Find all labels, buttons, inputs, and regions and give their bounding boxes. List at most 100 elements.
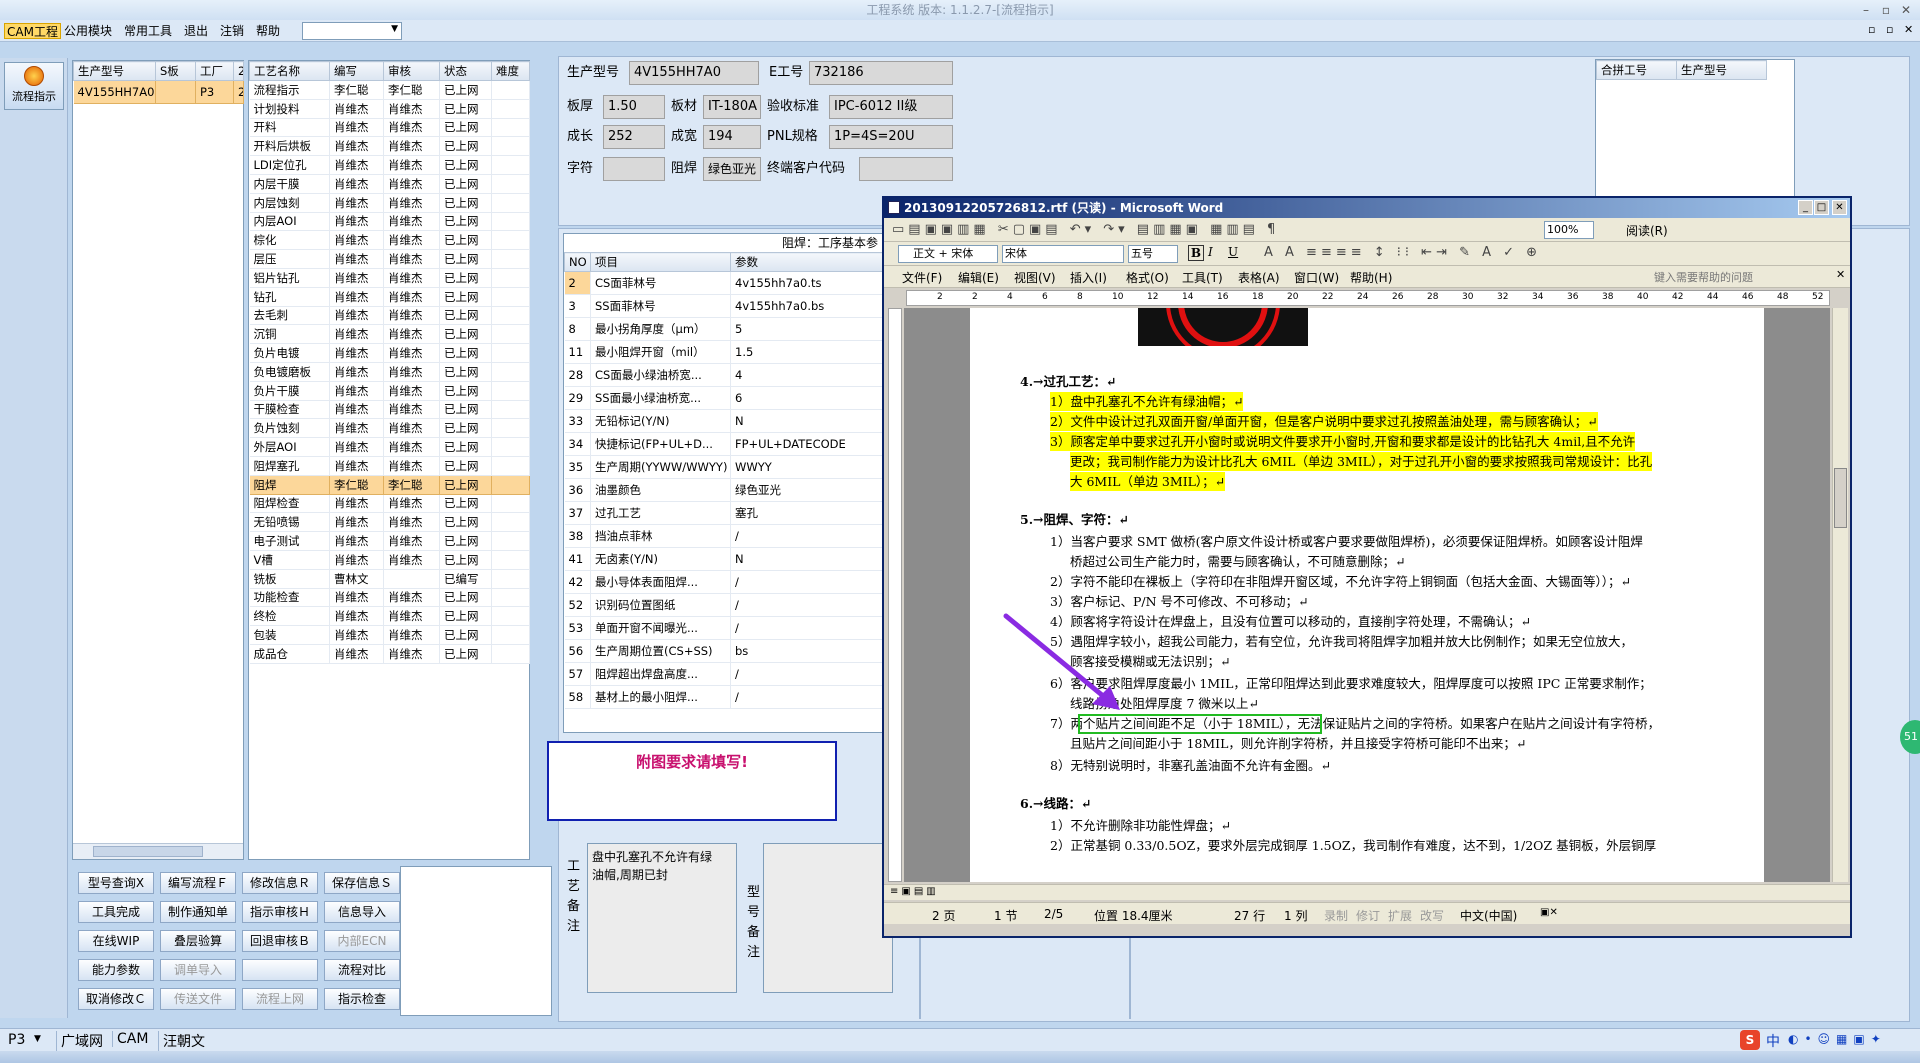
action-button[interactable]: 制作通知单 [160,901,236,923]
table-row[interactable]: 干膜检查 肖维杰 肖维杰 已上网 [249,400,530,420]
action-button[interactable] [242,959,318,981]
action-button[interactable]: 信息导入 [324,901,400,923]
format-icons[interactable]: A A ≡≡≡≡ ↕ ⁝⁝ ⇤⇥ ✎ A ✓ ⊕ [1264,245,1541,260]
table-row[interactable]: 57 阻焊超出焊盘高度... / [564,662,883,686]
table-row[interactable]: 37 过孔工艺 塞孔 [564,501,883,525]
action-button[interactable]: 编写流程Ｆ [160,872,236,894]
document-page[interactable]: 4.→过孔工艺：↵ 1）盘中孔塞孔不允许有绿油帽；↵ 2）文件中设计过孔双面开窗/单… [970,308,1764,882]
ime-mode[interactable]: 中 [1766,1031,1780,1051]
table-row[interactable]: 56 生产周期位置(CS+SS) bs [564,639,883,663]
word-close-icon[interactable]: ✕ [1832,200,1847,215]
table-row[interactable]: 功能检查 肖维杰 肖维杰 已上网 [249,588,530,608]
field-material[interactable]: IT-180A [703,95,761,119]
word-menu-file[interactable]: 文件(F) [902,269,942,286]
note-box[interactable]: 附图要求请填写! [547,741,837,821]
table-row[interactable]: 铣板 曹林文 已编写 [249,569,530,589]
table-row[interactable]: 负电镀磨板 肖维杰 肖维杰 已上网 [249,362,530,382]
word-menu-tools[interactable]: 工具(T) [1182,269,1223,286]
table-row[interactable]: 3 SS面菲林号 4v155hh7a0.bs [564,294,883,318]
action-button[interactable]: 流程上网 [242,988,318,1010]
table-row[interactable]: 负片电镀 肖维杰 肖维杰 已上网 [249,343,530,363]
horizontal-scrollbar[interactable]: ≡▣▤▥ [884,884,1850,900]
menu-cam[interactable]: CAM工程 [4,23,61,39]
status-rev[interactable]: 修订 [1356,907,1380,924]
board-col-header[interactable]: S板 [155,61,196,81]
word-menu-view[interactable]: 视图(V) [1014,269,1056,286]
size-select[interactable]: 五号 [1128,245,1178,263]
table-row[interactable]: 36 油墨颜色 绿色亚光 [564,478,883,502]
field-char[interactable] [603,157,665,181]
action-button[interactable]: 指示审核Ｈ [242,901,318,923]
table-row[interactable]: 负片干膜 肖维杰 肖维杰 已上网 [249,381,530,401]
flow-instruction-button[interactable]: 流程指示 [4,62,64,110]
table-row[interactable]: 33 无铅标记(Y/N) N [564,409,883,433]
chevron-down-icon[interactable]: ▼ [34,1034,41,1044]
table-row[interactable]: 29 SS面最小绿油桥宽... 6 [564,386,883,410]
process-remark-text[interactable]: 盘中孔塞孔不允许有绿油帽,周期已封 [587,843,737,993]
table-row[interactable]: 阻焊塞孔 肖维杰 肖维杰 已上网 [249,456,530,476]
word-menu-table[interactable]: 表格(A) [1238,269,1280,286]
table-row[interactable]: 开料后烘板 肖维杰 肖维杰 已上网 [249,136,530,157]
mdi-close-icon[interactable]: ✕ [1904,23,1913,36]
table-row[interactable]: 成品仓 肖维杰 肖维杰 已上网 [249,644,530,664]
user-indicator[interactable]: 汪朝文 [158,1031,205,1051]
table-row[interactable]: 2 CS面菲林号 4v155hh7a0.ts [564,271,883,295]
mdi-minimize-icon[interactable]: ▫ [1868,23,1875,36]
table-row[interactable]: 4V155HH7A0 P3 2 [73,80,244,104]
minimize-icon[interactable]: – [1856,0,1876,20]
close-icon[interactable]: ✕ [1896,0,1916,20]
toolbar-icons[interactable]: ▭▤▣▣▥▦ ✂▢▣▤ ↶▾ ↷▾ ▤▥▦▣ ▦▥▤ ¶ [892,222,1279,237]
field-pnl[interactable]: 1P=4S=20U [829,125,953,149]
action-button[interactable]: 型号查询Ⅹ [78,872,154,894]
item-header[interactable]: 项目 [590,252,731,272]
vertical-scrollbar[interactable] [1832,308,1848,882]
model-remark-text[interactable] [763,843,893,993]
table-row[interactable]: 内层蚀刻 肖维杰 肖维杰 已上网 [249,193,530,213]
field-length[interactable]: 252 [603,125,665,149]
style-select[interactable]: 正文 + 宋体 [898,245,998,263]
network-indicator[interactable]: 广域网 [56,1031,103,1051]
param-header[interactable]: 参数 [730,252,883,272]
field-customer[interactable] [859,157,953,181]
action-button[interactable]: 叠层验算 [160,930,236,952]
process-name-header[interactable]: 工艺名称 [249,61,330,81]
vertical-ruler[interactable] [888,308,902,882]
action-button[interactable]: 工具完成 [78,901,154,923]
action-button[interactable]: 保存信息Ｓ [324,872,400,894]
action-button[interactable]: 指示检查 [324,988,400,1010]
action-button[interactable]: 传送文件 [160,988,236,1010]
word-minimize-icon[interactable]: _ [1798,200,1813,215]
table-row[interactable]: 阻焊 李仁聪 李仁聪 已上网 [249,475,530,495]
table-row[interactable]: 内层干膜 肖维杰 肖维杰 已上网 [249,174,530,194]
reviewer-header[interactable]: 审核 [383,61,440,81]
word-menu-edit[interactable]: 编辑(E) [958,269,999,286]
status-rec[interactable]: 录制 [1324,907,1348,924]
table-row[interactable]: 53 单面开窗不闻曝光... / [564,616,883,640]
table-row[interactable]: 内层AOI 肖维杰 肖维杰 已上网 [249,212,530,232]
status-header[interactable]: 状态 [439,61,492,81]
table-row[interactable]: 38 挡油点菲林 / [564,524,883,548]
field-model[interactable]: 4V155HH7A0 [629,61,759,85]
field-width[interactable]: 194 [703,125,761,149]
table-row[interactable]: LDI定位孔 肖维杰 肖维杰 已上网 [249,155,530,175]
table-row[interactable]: 34 快捷标记(FP+UL+D... FP+UL+DATECODE [564,432,883,456]
action-button[interactable]: 流程对比 [324,959,400,981]
table-row[interactable]: 沉铜 肖维杰 肖维杰 已上网 [249,324,530,345]
menu-combo[interactable]: ▼ [302,22,402,40]
word-menu-help[interactable]: 帮助(H) [1350,269,1392,286]
action-button[interactable]: 取消修改Ｃ [78,988,154,1010]
underline-button[interactable]: U [1228,245,1238,259]
status-ext[interactable]: 扩展 [1388,907,1412,924]
table-row[interactable]: 包装 肖维杰 肖维杰 已上网 [249,625,530,645]
writer-header[interactable]: 编写 [329,61,384,81]
word-maximize-icon[interactable]: □ [1814,200,1829,215]
table-row[interactable]: 11 最小阻焊开窗（mil） 1.5 [564,340,883,364]
table-row[interactable]: 终检 肖维杰 肖维杰 已上网 [249,606,530,627]
field-standard[interactable]: IPC-6012 II级 [829,95,953,119]
mdi-restore-icon[interactable]: ▫ [1886,23,1893,36]
spellcheck-icon[interactable]: ▣✕ [1540,907,1558,918]
read-mode-button[interactable]: 阅读(R) [1626,222,1668,239]
table-row[interactable]: V槽 肖维杰 肖维杰 已上网 [249,550,530,570]
table-row[interactable]: 阻焊检查 肖维杰 肖维杰 已上网 [249,494,530,514]
field-thickness[interactable]: 1.50 [603,95,665,119]
